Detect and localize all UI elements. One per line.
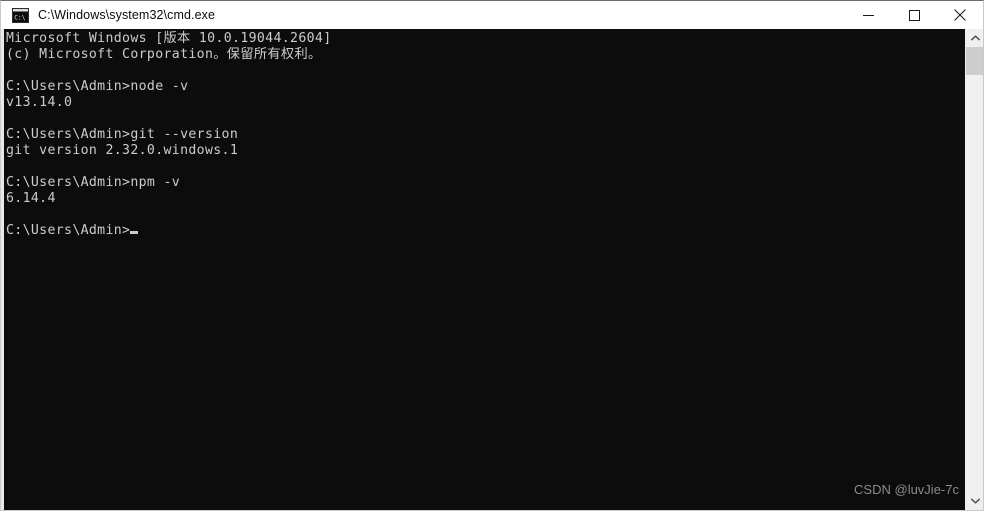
window-title: C:\Windows\system32\cmd.exe [38,8,216,22]
console-text: Microsoft Windows [版本 10.0.19044.2604] (… [6,31,332,238]
maximize-icon [908,9,920,21]
console-area: Microsoft Windows [版本 10.0.19044.2604] (… [1,29,983,510]
scrollbar-up-button[interactable] [966,29,983,47]
close-button[interactable] [937,1,983,29]
cmd-console-icon: C:\ [12,7,29,23]
cmd-window: C:\ C:\Windows\system32\cmd.exe Microsof… [0,0,984,511]
watermark-text: CSDN @luvJie-7c [854,482,959,497]
minimize-button[interactable] [845,1,891,29]
console-scrollbar[interactable] [965,29,983,510]
minimize-icon [862,10,874,21]
chevron-down-icon [970,498,980,504]
maximize-button[interactable] [891,1,937,29]
close-icon [954,9,966,21]
title-bar[interactable]: C:\ C:\Windows\system32\cmd.exe [1,1,983,29]
scrollbar-down-button[interactable] [966,492,983,510]
console-cursor [130,231,139,234]
svg-text:C:\: C:\ [14,14,25,21]
console-output-pane[interactable]: Microsoft Windows [版本 10.0.19044.2604] (… [4,29,965,510]
scrollbar-thumb[interactable] [966,47,983,75]
scrollbar-track[interactable] [966,47,983,492]
window-controls [845,1,983,29]
chevron-up-icon [970,35,980,41]
title-bar-left: C:\ C:\Windows\system32\cmd.exe [1,1,845,29]
